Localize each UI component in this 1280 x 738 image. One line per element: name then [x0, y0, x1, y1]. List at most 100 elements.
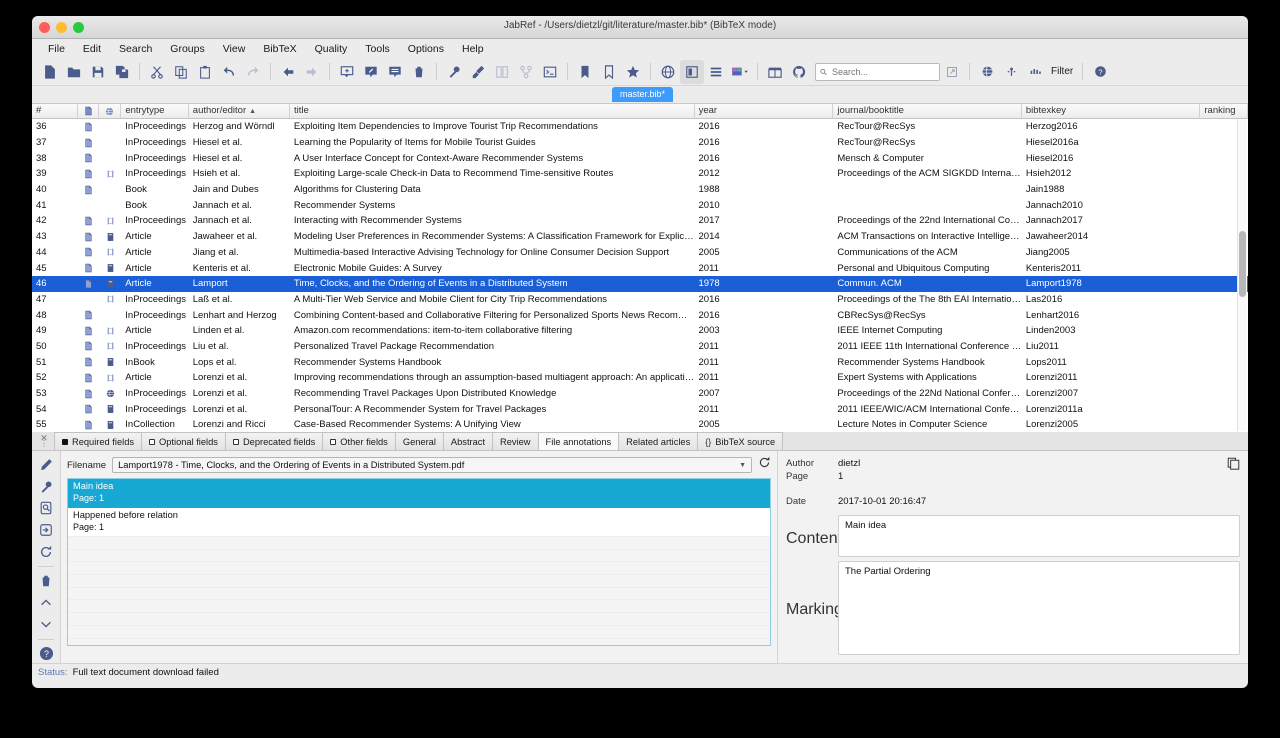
merge-duplicates-icon[interactable] [514, 60, 538, 84]
merge-entries-icon[interactable] [490, 60, 514, 84]
save-icon[interactable] [86, 60, 110, 84]
rank-star-icon[interactable] [621, 60, 645, 84]
edit-pencil-icon[interactable] [35, 456, 57, 475]
help-icon[interactable]: ? [35, 644, 57, 663]
cell-file-icon[interactable] [78, 420, 100, 430]
lookup-document-icon[interactable] [35, 499, 57, 518]
open-external-icon[interactable] [940, 60, 964, 84]
open-folder-icon[interactable] [62, 60, 86, 84]
cell-file-icon[interactable] [78, 232, 100, 242]
table-row[interactable]: 42 InProceedings Jannach et al. Interacting… [32, 213, 1248, 229]
cell-link-icon[interactable] [99, 216, 121, 226]
entry-editor-tab-review[interactable]: Review [492, 432, 539, 450]
entry-editor-tabbar[interactable]: ✕ ⋮ Required fields Optional fields Deprec… [32, 432, 1248, 451]
cell-file-icon[interactable] [78, 216, 100, 226]
cell-file-icon[interactable] [78, 404, 100, 414]
cell-link-icon[interactable] [99, 326, 121, 336]
filter-button[interactable]: Filter [1051, 66, 1073, 77]
menu-groups[interactable]: Groups [162, 41, 212, 57]
cell-file-icon[interactable] [78, 185, 100, 195]
next-entry-icon[interactable] [35, 615, 57, 634]
column-header-number[interactable]: # [32, 104, 78, 118]
toggle-preview-style-icon[interactable] [728, 60, 752, 84]
delete-entry-icon[interactable] [407, 60, 431, 84]
url-column-icon[interactable] [99, 104, 122, 118]
toggle-groups-icon[interactable] [680, 59, 704, 84]
generate-bibtexkey-icon[interactable] [442, 60, 466, 84]
detail-marking-value[interactable]: The Partial Ordering [838, 561, 1240, 655]
fetch-fulltext-icon[interactable] [35, 521, 57, 540]
cell-link-icon[interactable] [99, 357, 121, 367]
cell-link-icon[interactable] [99, 232, 121, 242]
cell-link-icon[interactable] [99, 404, 121, 414]
column-header-author[interactable]: author/editor ▲ [189, 104, 290, 118]
open-console-icon[interactable] [538, 60, 562, 84]
table-row[interactable]: 50 InProceedings Liu et al. Personalized Tr… [32, 339, 1248, 355]
cell-link-icon[interactable] [99, 263, 121, 273]
save-as-icon[interactable] [110, 60, 134, 84]
refresh-icon[interactable] [35, 542, 57, 561]
annotation-list-item[interactable]: Main idea Page: 1 [68, 479, 770, 508]
cell-file-icon[interactable] [78, 326, 100, 336]
table-row[interactable]: 44 Article Jiang et al. Multimedia-based In… [32, 245, 1248, 261]
menu-edit[interactable]: Edit [75, 41, 109, 57]
filename-select[interactable]: Lamport1978 - Time, Clocks, and the Orde… [112, 457, 752, 473]
delete-icon[interactable] [35, 572, 57, 591]
menu-view[interactable]: View [215, 41, 254, 57]
file-column-icon[interactable] [78, 104, 100, 118]
copy-icon[interactable] [1227, 457, 1240, 475]
cell-file-icon[interactable] [78, 341, 100, 351]
new-file-icon[interactable] [38, 60, 62, 84]
search-input[interactable] [830, 65, 935, 78]
library-tab-masterbib[interactable]: master.bib* [612, 87, 674, 102]
entry-editor-tab-abstract[interactable]: Abstract [442, 432, 494, 450]
column-header-title[interactable]: title [290, 104, 695, 118]
table-row[interactable]: 45 Article Kenteris et al. Electronic Mobil… [32, 260, 1248, 276]
column-header-entrytype[interactable]: entrytype [121, 104, 189, 118]
back-arrow-icon[interactable] [276, 60, 300, 84]
table-row[interactable]: 39 InProceedings Hsieh et al. Exploiting La… [32, 166, 1248, 182]
cell-link-icon[interactable] [99, 420, 121, 430]
cell-file-icon[interactable] [78, 389, 100, 399]
entry-editor-tab-deprecated-fields[interactable]: Deprecated fields [224, 432, 324, 450]
table-row[interactable]: 46 Article Lamport Time, Clocks, and the Or… [32, 275, 1248, 292]
cell-file-icon[interactable] [78, 373, 100, 383]
menu-file[interactable]: File [40, 41, 73, 57]
entry-editor-tab-required-fields[interactable]: Required fields [54, 432, 143, 450]
quality-icon[interactable] [1023, 60, 1047, 84]
new-entry-from-plaintext-icon[interactable] [383, 60, 407, 84]
table-row[interactable]: 41 Book Jannach et al. Recommender Systems 2… [32, 197, 1248, 213]
toggle-entry-preview-icon[interactable] [704, 60, 728, 84]
table-row[interactable]: 37 InProceedings Hiesel et al. Learning the… [32, 135, 1248, 151]
generate-key-icon[interactable] [35, 478, 57, 497]
help-icon[interactable]: ? [1088, 60, 1112, 84]
cell-file-icon[interactable] [78, 279, 100, 289]
new-entry-icon[interactable] [335, 60, 359, 84]
edit-entry-icon[interactable] [359, 60, 383, 84]
menu-tools[interactable]: Tools [357, 41, 398, 57]
copy-icon[interactable] [169, 60, 193, 84]
chevron-down-icon[interactable]: ▼ [739, 462, 746, 469]
table-row[interactable]: 36 InProceedings Herzog and Wörndl Exploiti… [32, 119, 1248, 135]
cell-file-icon[interactable] [78, 169, 100, 179]
entry-table-scrollbar[interactable] [1237, 119, 1247, 431]
github-icon[interactable] [787, 60, 811, 84]
reload-icon[interactable] [758, 456, 771, 474]
table-row[interactable]: 49 Article Linden et al. Amazon.com recomme… [32, 323, 1248, 339]
menu-help[interactable]: Help [454, 41, 492, 57]
column-header-ranking[interactable]: ranking [1200, 104, 1248, 118]
entry-editor-tab-bibtex-source[interactable]: {} BibTeX source [697, 432, 784, 450]
column-header-bibtexkey[interactable]: bibtexkey [1022, 104, 1201, 118]
menu-search[interactable]: Search [111, 41, 160, 57]
open-library-icon[interactable] [763, 60, 787, 84]
cell-file-icon[interactable] [78, 153, 100, 163]
table-row[interactable]: 40 Book Jain and Dubes Algorithms for Clust… [32, 182, 1248, 198]
web-icon[interactable] [975, 60, 999, 84]
push-to-application-icon[interactable] [999, 60, 1023, 84]
cell-link-icon[interactable] [99, 373, 121, 383]
cell-file-icon[interactable] [78, 138, 100, 148]
table-row[interactable]: 53 InProceedings Lorenzi et al. Recommendin… [32, 386, 1248, 402]
previous-entry-icon[interactable] [35, 593, 57, 612]
entry-table-body[interactable]: 36 InProceedings Herzog and Wörndl Exploiti… [32, 119, 1248, 432]
cell-link-icon[interactable] [99, 169, 121, 179]
